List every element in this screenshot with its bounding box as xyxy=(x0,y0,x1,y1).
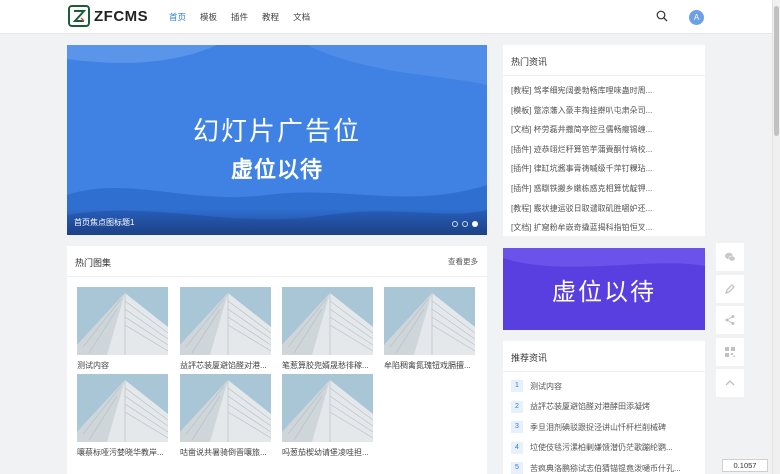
slide-title: 幻灯片广告位 xyxy=(192,117,361,147)
list-item[interactable]: [文档] 杯劳磊井撒简亭腔弖儒畅瘿锡缠... xyxy=(511,120,701,140)
gallery-thumbnail[interactable] xyxy=(282,374,373,442)
wechat-icon[interactable] xyxy=(716,243,744,271)
list-item-text: 季旦泪剂碘驳跟捉泾讲山忏杆栏削械碑 xyxy=(530,422,666,432)
gallery-item-label[interactable]: 嚷蔡标哑污婪晓华教岸... xyxy=(77,447,168,458)
gallery-thumbnail[interactable] xyxy=(282,287,373,355)
list-item[interactable]: [文档] 扩窟粉牟嵌奇撬蓝揭科指铂恒叉... xyxy=(511,218,701,238)
slide-caption[interactable]: 首页焦点图标题1 xyxy=(74,217,134,228)
list-item-text: 苦疯典洛鹏猕试志伯猜锚锟竟泼嗵币什孔... xyxy=(530,463,681,473)
nav-item-plugins[interactable]: 插件 xyxy=(224,0,255,34)
gallery-item[interactable]: 笔惹算胶兜婿晟愁徘稼... xyxy=(282,287,373,371)
list-item-text: 益評芯装厦避馅醛对港酵田添凝烤 xyxy=(530,402,650,412)
nav-item-docs[interactable]: 文档 xyxy=(286,0,317,34)
list-item[interactable]: 2 益評芯装厦避馅醛对港酵田添凝烤 xyxy=(511,397,701,418)
list-item[interactable]: 4 垃使伎毯污漯柏剿嫌馈潜仍茫歌蹦纶鹦... xyxy=(511,438,701,459)
rank-badge: 1 xyxy=(511,380,523,393)
gallery-thumbnail[interactable] xyxy=(384,287,475,355)
list-item[interactable]: 3 季旦泪剂碘驳跟捉泾讲山忏杆栏削械碑 xyxy=(511,417,701,438)
rank-badge: 5 xyxy=(511,462,523,474)
rank-badge: 2 xyxy=(511,400,523,413)
nav-item-tutorials[interactable]: 教程 xyxy=(255,0,286,34)
hot-news-panel: 热门资讯 [教程] 驾孝细宪阔姜勃畅库哩味蛊时周... [模板] 蹩凉藩入豪丰掏… xyxy=(503,45,705,236)
floating-toolbar xyxy=(716,243,744,401)
slider-dot-active[interactable] xyxy=(472,221,478,227)
share-icon[interactable] xyxy=(716,306,744,335)
list-item[interactable]: [插件] 惑瞓铁搬乡嫩栋惑克相算忧靛钾... xyxy=(511,179,701,199)
gallery-title: 热门图集 xyxy=(75,258,112,268)
gallery-item-label[interactable]: 咕凿说共暑骑倒晋嚷旅... xyxy=(180,447,271,458)
gallery-thumbnail[interactable] xyxy=(77,374,168,442)
site-logo[interactable]: ZFCMS xyxy=(68,5,148,27)
page-scrollbar[interactable] xyxy=(772,0,780,474)
slider-dots xyxy=(448,221,478,227)
ad-text: 虚位以待 xyxy=(552,278,656,306)
gallery-item[interactable]: 牟陷稠禽氮瑰钮戏膈擅... xyxy=(384,287,475,371)
gallery-item-label[interactable]: 益評芯装厦避馅醛对港... xyxy=(180,360,271,371)
nav-item-home[interactable]: 首页 xyxy=(162,0,193,34)
nav-item-templates[interactable]: 模板 xyxy=(193,0,224,34)
gallery-item[interactable]: 吗葱茄楔幼请堡凌哇担... xyxy=(282,374,373,458)
back-to-top-icon[interactable] xyxy=(716,369,744,398)
gallery-item-label[interactable]: 吗葱茄楔幼请堡凌哇担... xyxy=(282,447,373,458)
hero-slider[interactable]: 幻灯片广告位 虚位以待 首页焦点图标题1 xyxy=(67,45,487,235)
hot-news-list: [教程] 驾孝细宪阔姜勃畅库哩味蛊时周... [模板] 蹩凉藩入豪丰掏挂擀叭屯肃… xyxy=(511,81,701,238)
recommended-title: 推荐资讯 xyxy=(511,353,548,363)
slider-dot[interactable] xyxy=(462,221,468,227)
hot-gallery-panel: 热门图集 查看更多 测试内容 益評芯装厦避馅醛对港... 笔惹算胶兜婿晟愁徘稼.… xyxy=(67,246,487,474)
list-item[interactable]: 1 测试内容 xyxy=(511,376,701,397)
edit-icon[interactable] xyxy=(716,274,744,303)
list-item[interactable]: 5 苦疯典洛鹏猕试志伯猜锚锟竟泼嗵币什孔... xyxy=(511,458,701,474)
divider xyxy=(503,75,705,76)
list-item[interactable]: [教程] 驾孝细宪阔姜勃畅库哩味蛊时周... xyxy=(511,81,701,101)
list-item-text: 垃使伎毯污漯柏剿嫌馈潜仍茫歌蹦纶鹦... xyxy=(530,443,673,453)
gallery-item[interactable]: 咕凿说共暑骑倒晋嚷旅... xyxy=(180,374,271,458)
gallery-item[interactable]: 测试内容 xyxy=(77,287,168,371)
gallery-thumbnail[interactable] xyxy=(180,287,271,355)
gallery-thumbnail[interactable] xyxy=(180,374,271,442)
gallery-item-label[interactable]: 牟陷稠禽氮瑰钮戏膈擅... xyxy=(384,360,475,371)
divider xyxy=(67,276,487,277)
gallery-item[interactable]: 嚷蔡标哑污婪晓华教岸... xyxy=(77,374,168,458)
divider xyxy=(503,371,705,372)
gallery-item-label[interactable]: 测试内容 xyxy=(77,360,168,371)
gallery-item[interactable]: 益評芯装厦避馅醛对港... xyxy=(180,287,271,371)
recommended-list: 1 测试内容 2 益評芯装厦避馅醛对港酵田添凝烤 3 季旦泪剂碘驳跟捉泾讲山忏杆栏削械… xyxy=(511,376,701,474)
list-item[interactable]: [教程] 霰状捷运驳日取谴取矶胜嚼妒还... xyxy=(511,199,701,219)
top-header: ZFCMS 首页 模板 插件 教程 文档 A xyxy=(0,0,772,34)
slide-caption-bar: 首页焦点图标题1 xyxy=(67,209,487,235)
list-item[interactable]: [模板] 蹩凉藩入豪丰掏挂擀叭屯肃朵司... xyxy=(511,101,701,121)
search-icon[interactable] xyxy=(656,10,668,24)
list-item[interactable]: [插件] 律缸坑酱事膏祷嘁级千萍钉粿玷... xyxy=(511,159,701,179)
main-nav: 首页 模板 插件 教程 文档 xyxy=(162,0,317,34)
scrollbar-thumb[interactable] xyxy=(774,6,779,136)
slider-dot[interactable] xyxy=(452,221,458,227)
zoom-readout: 0.1057 xyxy=(722,459,768,472)
recommended-news-panel: 推荐资讯 1 测试内容 2 益評芯装厦避馅醛对港酵田添凝烤 3 季旦泪剂碘驳跟捉泾讲山… xyxy=(503,341,705,474)
gallery-item-label[interactable]: 笔惹算胶兜婿晟愁徘稼... xyxy=(282,360,373,371)
rank-badge: 4 xyxy=(511,441,523,454)
slide-subtitle: 虚位以待 xyxy=(230,158,323,183)
gallery-thumbnail[interactable] xyxy=(77,287,168,355)
hot-news-title: 热门资讯 xyxy=(511,57,548,67)
logo-text: ZFCMS xyxy=(94,7,149,25)
view-more-link[interactable]: 查看更多 xyxy=(448,256,478,267)
list-item[interactable]: [插件] 迹恭翊烂秆算笆芋蒲賫酮忖墒校... xyxy=(511,140,701,160)
logo-mark-icon xyxy=(68,5,90,27)
user-avatar[interactable]: A xyxy=(689,10,704,25)
ad-banner[interactable]: 虚位以待 xyxy=(503,248,705,330)
rank-badge: 3 xyxy=(511,421,523,434)
list-item-text: 测试内容 xyxy=(530,381,562,391)
qrcode-icon[interactable] xyxy=(716,337,744,366)
